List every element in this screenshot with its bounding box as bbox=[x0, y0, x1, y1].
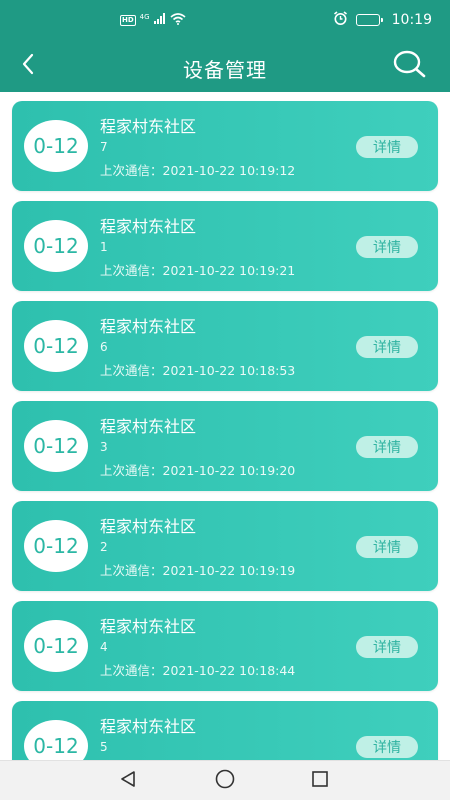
last-communication: 上次通信：2021-10-22 10:19:12 bbox=[100, 163, 296, 178]
circle-home-icon bbox=[214, 768, 236, 794]
app-header: 设备管理 bbox=[0, 40, 450, 92]
device-number: 7 bbox=[100, 140, 108, 154]
page-title: 设备管理 bbox=[183, 58, 267, 82]
triangle-back-icon bbox=[118, 769, 138, 793]
device-card[interactable]: 0-12 程家村东社区 6 上次通信：2021-10-22 10:18:53 详… bbox=[12, 301, 438, 391]
device-card[interactable]: 0-12 程家村东社区 1 上次通信：2021-10-22 10:19:21 详… bbox=[12, 201, 438, 291]
status-right: 10:19 bbox=[333, 10, 432, 30]
battery-icon bbox=[355, 14, 383, 26]
device-card[interactable]: 0-12 程家村东社区 2 上次通信：2021-10-22 10:19:19 详… bbox=[12, 501, 438, 591]
device-list[interactable]: 0-12 程家村东社区 7 上次通信：2021-10-22 10:19:12 详… bbox=[0, 92, 450, 760]
device-number: 3 bbox=[100, 440, 108, 454]
hd-badge: HD bbox=[120, 14, 136, 26]
device-number: 4 bbox=[100, 640, 108, 654]
age-range-badge: 0-12 bbox=[24, 420, 88, 472]
device-number: 5 bbox=[100, 740, 108, 754]
community-name: 程家村东社区 bbox=[100, 417, 197, 436]
detail-button[interactable]: 详情 bbox=[356, 336, 418, 358]
age-range-badge: 0-12 bbox=[24, 120, 88, 172]
device-number: 6 bbox=[100, 340, 108, 354]
status-time: 10:19 bbox=[391, 12, 432, 28]
age-range-badge: 0-12 bbox=[24, 220, 88, 272]
signal-icon bbox=[153, 13, 166, 27]
nav-back-button[interactable] bbox=[116, 769, 140, 793]
last-communication: 上次通信：2021-10-22 10:19:19 bbox=[100, 563, 296, 578]
age-range-badge: 0-12 bbox=[24, 720, 88, 760]
community-name: 程家村东社区 bbox=[100, 617, 197, 636]
network-type: 4G bbox=[139, 13, 150, 21]
search-icon bbox=[393, 50, 427, 82]
community-name: 程家村东社区 bbox=[100, 117, 197, 136]
device-number: 2 bbox=[100, 540, 108, 554]
device-number: 1 bbox=[100, 240, 108, 254]
last-communication: 上次通信：2021-10-22 10:19:20 bbox=[100, 463, 296, 478]
detail-button[interactable]: 详情 bbox=[356, 536, 418, 558]
status-bar: HD 4G 10:19 bbox=[0, 0, 450, 40]
square-recents-icon bbox=[310, 769, 330, 793]
detail-button[interactable]: 详情 bbox=[356, 436, 418, 458]
device-card[interactable]: 0-12 程家村东社区 4 上次通信：2021-10-22 10:18:44 详… bbox=[12, 601, 438, 691]
detail-button[interactable]: 详情 bbox=[356, 736, 418, 758]
last-communication: 上次通信：2021-10-22 10:18:44 bbox=[100, 663, 296, 678]
age-range-badge: 0-12 bbox=[24, 620, 88, 672]
age-range-badge: 0-12 bbox=[24, 520, 88, 572]
community-name: 程家村东社区 bbox=[100, 717, 197, 736]
nav-recents-button[interactable] bbox=[308, 769, 332, 793]
device-card[interactable]: 0-12 程家村东社区 7 上次通信：2021-10-22 10:19:12 详… bbox=[12, 101, 438, 191]
community-name: 程家村东社区 bbox=[100, 317, 197, 336]
community-name: 程家村东社区 bbox=[100, 217, 197, 236]
nav-home-button[interactable] bbox=[213, 769, 237, 793]
last-communication: 上次通信：2021-10-22 10:18:53 bbox=[100, 363, 296, 378]
detail-button[interactable]: 详情 bbox=[356, 136, 418, 158]
device-card[interactable]: 0-12 程家村东社区 5 详情 bbox=[12, 701, 438, 760]
system-nav-bar bbox=[0, 760, 450, 800]
age-range-badge: 0-12 bbox=[24, 320, 88, 372]
detail-button[interactable]: 详情 bbox=[356, 236, 418, 258]
device-card[interactable]: 0-12 程家村东社区 3 上次通信：2021-10-22 10:19:20 详… bbox=[12, 401, 438, 491]
detail-button[interactable]: 详情 bbox=[356, 636, 418, 658]
community-name: 程家村东社区 bbox=[100, 517, 197, 536]
alarm-icon bbox=[333, 10, 348, 30]
last-communication: 上次通信：2021-10-22 10:19:21 bbox=[100, 263, 296, 278]
search-button[interactable] bbox=[392, 50, 428, 82]
status-indicators: HD 4G bbox=[120, 12, 186, 28]
wifi-icon bbox=[170, 12, 186, 28]
